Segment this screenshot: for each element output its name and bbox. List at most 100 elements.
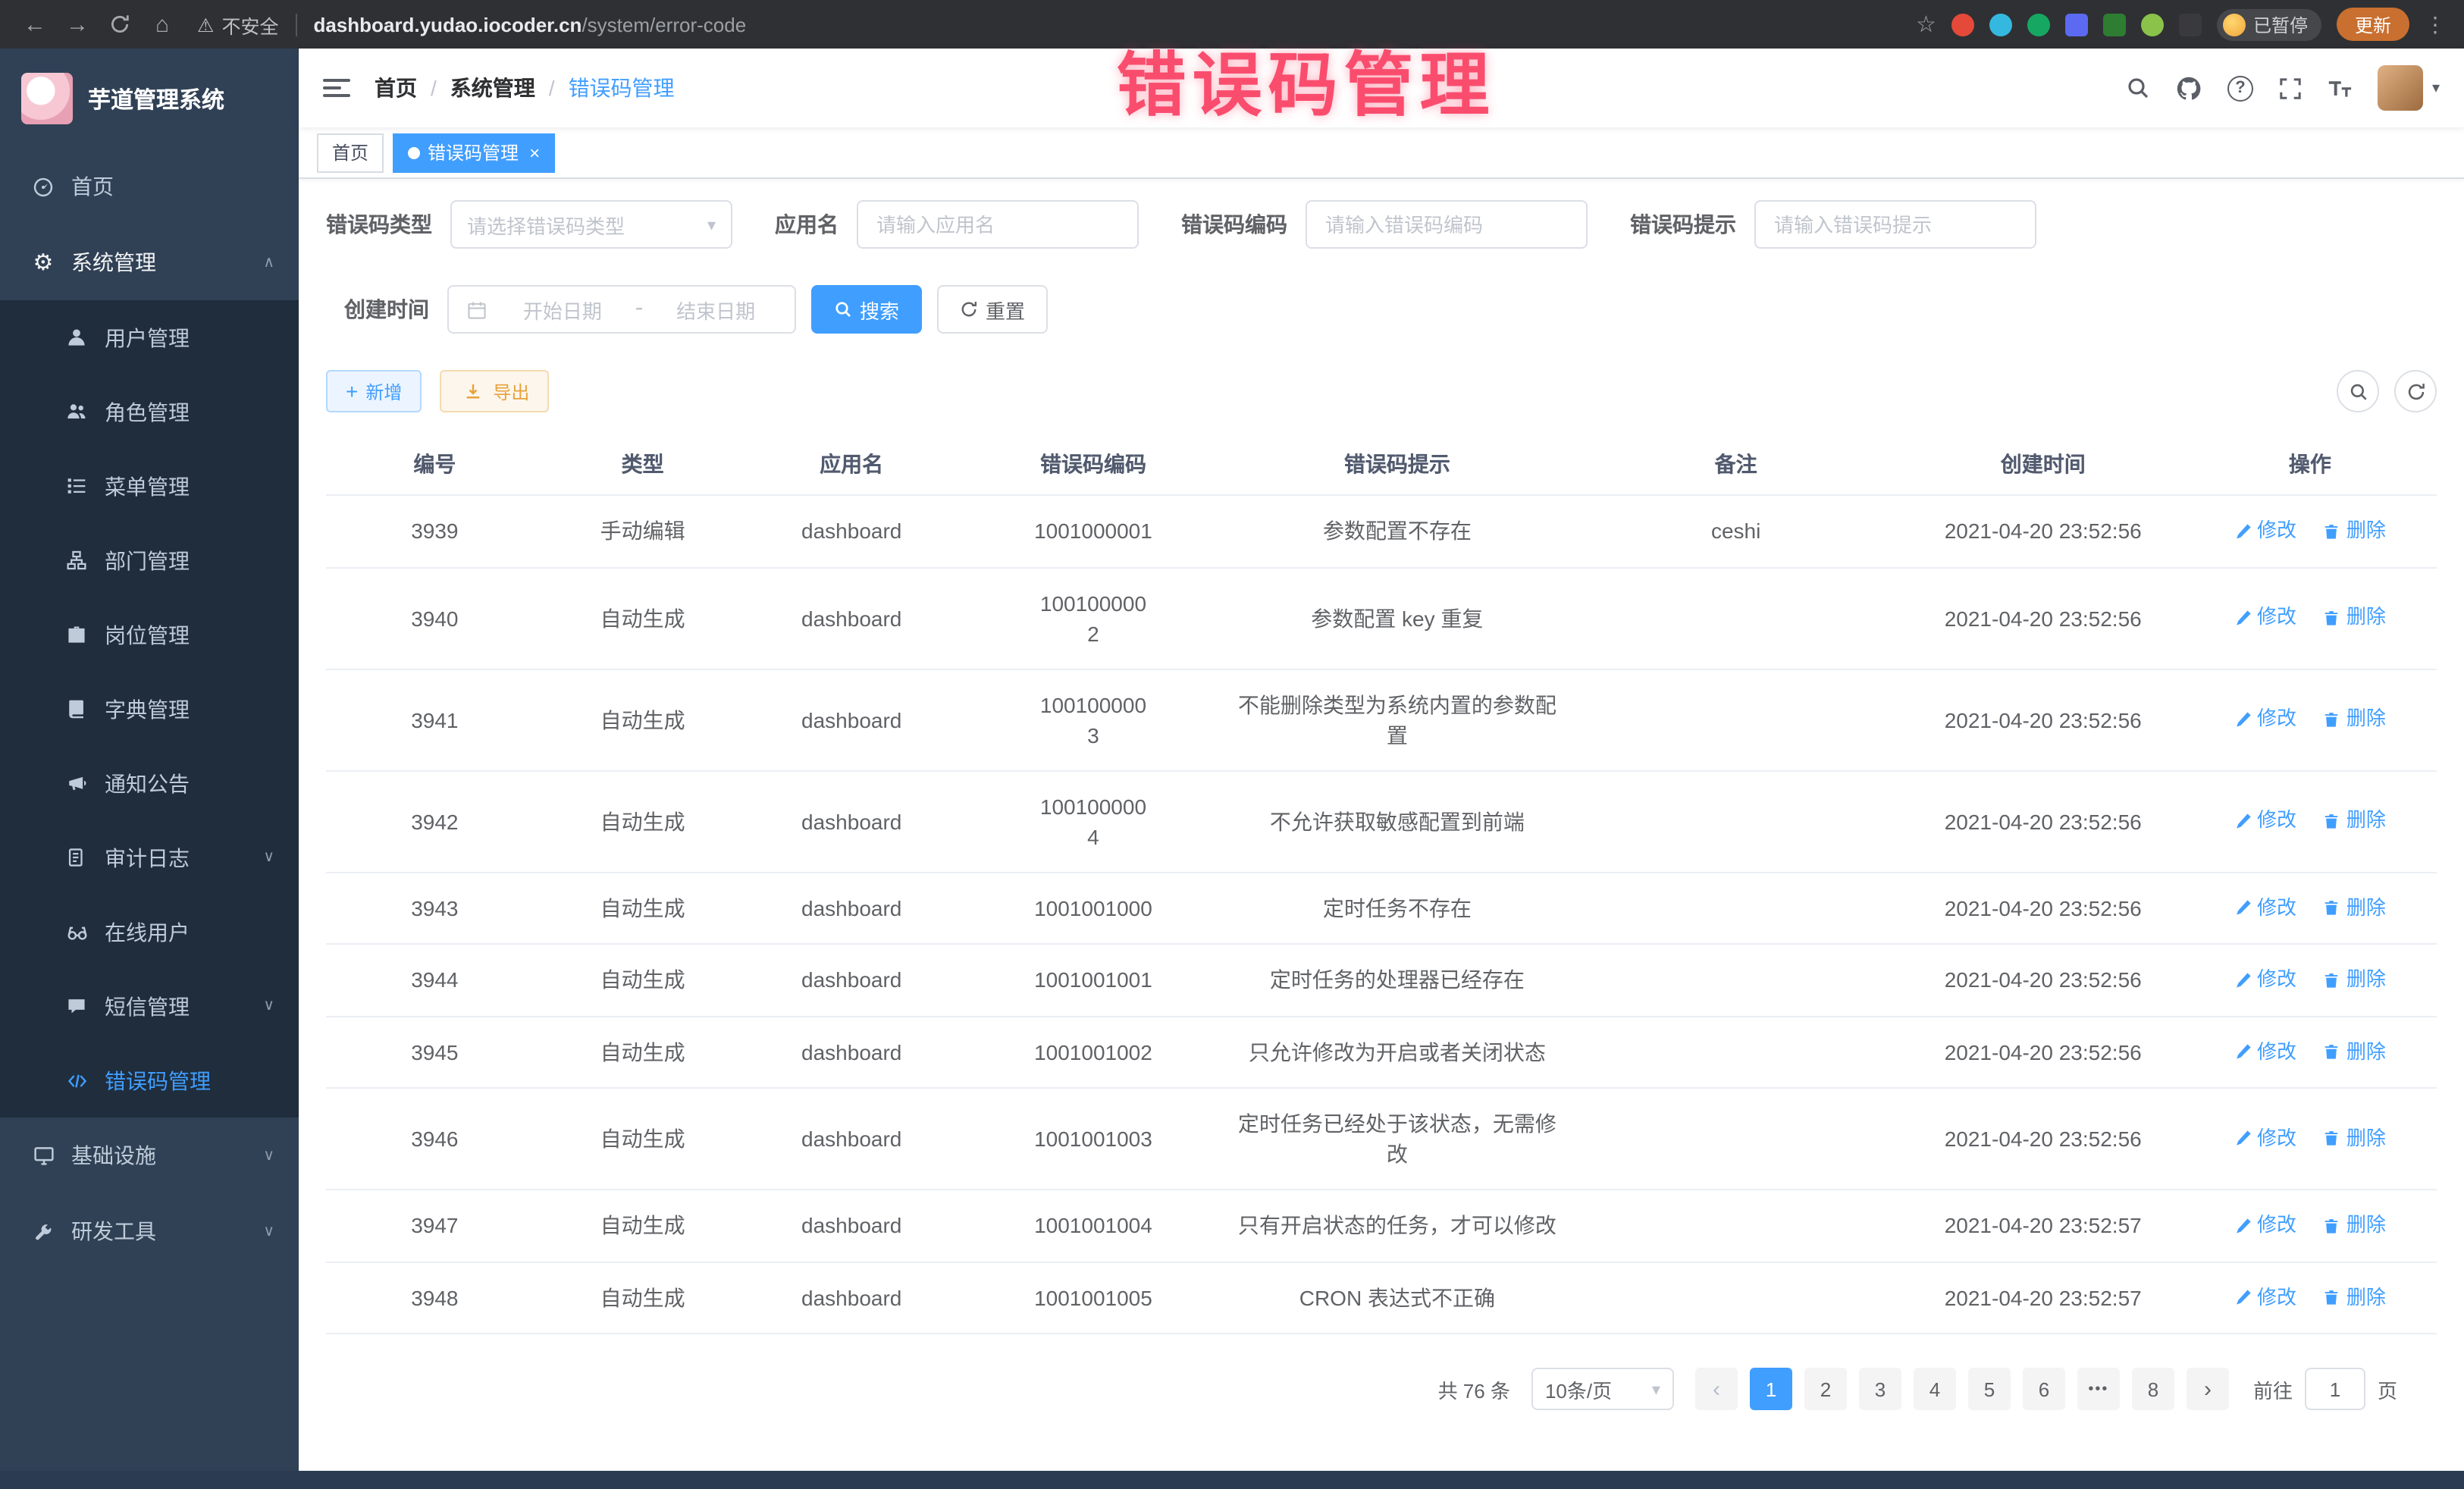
page-size-select[interactable]: 10条/页 ▾ — [1531, 1368, 1674, 1410]
font-size-icon[interactable] — [2328, 77, 2352, 99]
extension-icon[interactable] — [2065, 13, 2088, 36]
extension-icon[interactable] — [2141, 13, 2164, 36]
pager-page-3[interactable]: 3 — [1859, 1368, 1901, 1410]
browser-reload-icon[interactable] — [100, 6, 140, 42]
export-button[interactable]: 导出 — [440, 370, 549, 412]
sidebar-item-user-mgmt[interactable]: 用户管理 — [0, 300, 299, 375]
pager-next[interactable]: › — [2187, 1368, 2229, 1410]
edit-link[interactable]: 修改 — [2234, 516, 2296, 546]
delete-link[interactable]: 删除 — [2324, 603, 2386, 633]
sidebar-item-dict-mgmt[interactable]: 字典管理 — [0, 672, 299, 746]
column-header-time: 创建时间 — [1903, 434, 2183, 495]
cell-actions: 修改 删除 — [2183, 1262, 2437, 1334]
sidebar-item-dept-mgmt[interactable]: 部门管理 — [0, 523, 299, 597]
pager-page-2[interactable]: 2 — [1804, 1368, 1847, 1410]
address-bar[interactable]: dashboard.yudao.iocoder.cn/system/error-… — [313, 13, 1913, 36]
sidebar-item-audit-log[interactable]: 审计日志 ∨ — [0, 820, 299, 895]
sidebar-item-role-mgmt[interactable]: 角色管理 — [0, 375, 299, 449]
delete-link[interactable]: 删除 — [2324, 1124, 2386, 1154]
browser-home-icon[interactable]: ⌂ — [143, 6, 182, 42]
search-icon[interactable] — [2126, 76, 2150, 100]
pager-page-1[interactable]: 1 — [1750, 1368, 1792, 1410]
sidebar-item-post-mgmt[interactable]: 岗位管理 — [0, 597, 299, 672]
error-msg-input[interactable] — [1754, 200, 2036, 249]
sidebar-item-sms-mgmt[interactable]: 短信管理 ∨ — [0, 969, 299, 1043]
logo-image — [21, 73, 73, 124]
cell-time: 2021-04-20 23:52:56 — [1903, 495, 2183, 567]
delete-link[interactable]: 删除 — [2324, 806, 2386, 836]
add-button[interactable]: + 新增 — [326, 370, 422, 412]
browser-menu-icon[interactable]: ⋮ — [2425, 11, 2446, 37]
content-area: 错误码类型 请选择错误码类型 ▾ 应用名 错误码编码 — [299, 179, 2464, 1471]
browser-update-button[interactable]: 更新 — [2337, 8, 2409, 41]
edit-link[interactable]: 修改 — [2234, 704, 2296, 735]
site-security-badge[interactable]: ⚠ 不安全 — [197, 10, 278, 39]
delete-link[interactable]: 删除 — [2324, 1036, 2386, 1067]
delete-link[interactable]: 删除 — [2324, 516, 2386, 546]
edit-link[interactable]: 修改 — [2234, 1282, 2296, 1312]
edit-link[interactable]: 修改 — [2234, 1036, 2296, 1067]
help-icon[interactable]: ? — [2227, 75, 2253, 101]
edit-link[interactable]: 修改 — [2234, 806, 2296, 836]
sidebar-item-infra[interactable]: 基础设施 ∨ — [0, 1118, 299, 1193]
sidebar-item-label: 首页 — [71, 171, 114, 202]
sidebar-item-online-users[interactable]: 在线用户 — [0, 895, 299, 969]
refresh-table-button[interactable] — [2394, 370, 2437, 412]
date-range-picker[interactable]: 开始日期 - 结束日期 — [447, 285, 796, 334]
tab-close-icon[interactable]: × — [529, 143, 540, 161]
breadcrumb-home[interactable]: 首页 — [375, 73, 417, 103]
pager-page-4[interactable]: 4 — [1914, 1368, 1956, 1410]
caret-down-icon: ▾ — [2432, 80, 2440, 96]
delete-link[interactable]: 删除 — [2324, 892, 2386, 923]
extension-icon[interactable] — [2027, 13, 2050, 36]
tab-home[interactable]: 首页 — [317, 133, 384, 172]
tab-error-code[interactable]: 错误码管理 × — [393, 133, 555, 172]
extension-icon[interactable] — [1951, 13, 1974, 36]
pager-page-8[interactable]: 8 — [2132, 1368, 2174, 1410]
browser-forward-icon[interactable]: → — [58, 6, 97, 42]
sidebar-item-label: 用户管理 — [105, 322, 190, 353]
edit-link[interactable]: 修改 — [2234, 892, 2296, 923]
sidebar-toggle-icon[interactable] — [323, 76, 350, 100]
error-code-input[interactable] — [1306, 200, 1588, 249]
sidebar-item-system-mgmt[interactable]: ⚙ 系统管理 ∧ — [0, 224, 299, 300]
delete-link[interactable]: 删除 — [2324, 1282, 2386, 1312]
breadcrumb-system[interactable]: 系统管理 — [450, 73, 535, 103]
bookmark-star-icon[interactable]: ☆ — [1916, 11, 1936, 38]
pager-page-6[interactable]: 6 — [2023, 1368, 2065, 1410]
toggle-search-button[interactable] — [2337, 370, 2379, 412]
delete-link[interactable]: 删除 — [2324, 964, 2386, 995]
delete-link[interactable]: 删除 — [2324, 1210, 2386, 1240]
puzzle-extension-icon[interactable] — [2179, 13, 2202, 36]
extension-icon[interactable] — [1989, 13, 2012, 36]
app-name-input[interactable] — [857, 200, 1139, 249]
edit-link[interactable]: 修改 — [2234, 1210, 2296, 1240]
pager-prev[interactable]: ‹ — [1695, 1368, 1738, 1410]
reset-button[interactable]: 重置 — [937, 285, 1048, 334]
sidebar-item-notice[interactable]: 通知公告 — [0, 746, 299, 820]
table-row: 3942 自动生成 dashboard 100100000 4 不允许获取敏感配… — [326, 770, 2437, 872]
paused-badge[interactable]: 已暂停 — [2217, 8, 2321, 40]
edit-link[interactable]: 修改 — [2234, 603, 2296, 633]
pager-page-5[interactable]: 5 — [1968, 1368, 2011, 1410]
search-button[interactable]: 搜索 — [811, 285, 922, 334]
github-icon[interactable] — [2176, 75, 2202, 101]
table-row: 3943 自动生成 dashboard 1001001000 定时任务不存在 2… — [326, 872, 2437, 944]
sidebar-item-error-code-mgmt[interactable]: 错误码管理 — [0, 1043, 299, 1118]
delete-link[interactable]: 删除 — [2324, 704, 2386, 735]
app-title: 芋道管理系统 — [88, 83, 224, 114]
book-icon — [64, 699, 89, 719]
goto-page-input[interactable] — [2305, 1368, 2365, 1410]
sidebar-item-menu-mgmt[interactable]: 菜单管理 — [0, 449, 299, 523]
sidebar-item-home[interactable]: 首页 — [0, 149, 299, 224]
pager-more[interactable]: ••• — [2077, 1368, 2120, 1410]
extension-icon[interactable] — [2103, 13, 2126, 36]
sidebar-item-devtools[interactable]: 研发工具 ∨ — [0, 1193, 299, 1269]
fullscreen-icon[interactable] — [2279, 77, 2302, 99]
edit-link[interactable]: 修改 — [2234, 1124, 2296, 1154]
browser-back-icon[interactable]: ← — [15, 6, 55, 42]
edit-link[interactable]: 修改 — [2234, 964, 2296, 995]
cell-type: 自动生成 — [544, 669, 742, 770]
user-menu[interactable]: ▾ — [2378, 65, 2440, 111]
error-type-select[interactable]: 请选择错误码类型 ▾ — [450, 200, 732, 249]
